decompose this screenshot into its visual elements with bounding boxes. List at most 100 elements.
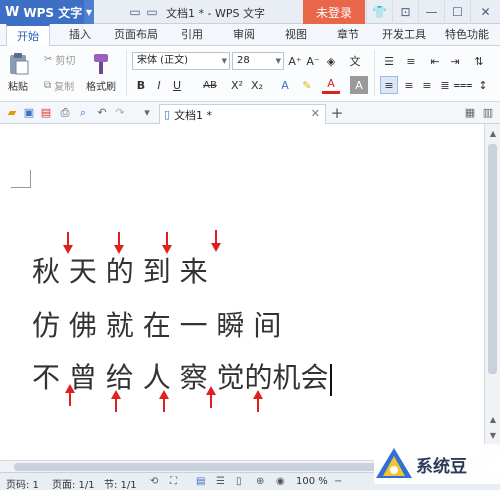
tab-page-layout[interactable]: 页面布局 bbox=[108, 24, 164, 46]
scrollbar-thumb[interactable] bbox=[488, 144, 497, 374]
outdent-icon[interactable]: ⇤ bbox=[426, 52, 444, 70]
title-bar: W WPS 文字 ▼ ▭ ▭ 文档1 * - WPS 文字 未登录 👕 ⊡ — … bbox=[0, 0, 500, 24]
customize-icon[interactable]: ▾ bbox=[140, 106, 154, 120]
font-name-select[interactable]: 宋体 (正文) ▼ bbox=[132, 52, 230, 70]
tab-developer[interactable]: 开发工具 bbox=[376, 24, 432, 46]
web-view-icon[interactable]: ⊕ bbox=[256, 476, 264, 487]
redo-icon[interactable]: ↷ bbox=[113, 106, 127, 120]
subscript-button[interactable]: X₂ bbox=[248, 76, 266, 94]
focus-mode-icon[interactable]: ⛶ bbox=[170, 476, 177, 487]
paste-label: 粘贴 bbox=[8, 82, 28, 93]
close-button[interactable]: ✕ bbox=[470, 0, 500, 24]
vertical-scrollbar[interactable]: ▲ ▲ ▼ bbox=[484, 124, 500, 460]
format-painter-label: 格式刷 bbox=[86, 82, 116, 93]
margin-corner-mark bbox=[11, 170, 31, 188]
undo-icon[interactable]: ↶ bbox=[95, 106, 109, 120]
print-preview-icon[interactable]: ⌕ bbox=[76, 106, 90, 120]
scrollbar-thumb[interactable] bbox=[14, 463, 414, 471]
font-size-select[interactable]: 28 ▼ bbox=[232, 52, 284, 70]
text-effect-icon[interactable]: A bbox=[276, 76, 294, 94]
pinyin-icon[interactable]: 文 bbox=[344, 52, 366, 70]
scroll-up-icon[interactable]: ▲ bbox=[487, 128, 499, 140]
tab-chapter[interactable]: 章节 bbox=[326, 24, 370, 46]
text-line-3-content: 不 曾 给 人 察 觉的机会 bbox=[32, 361, 329, 394]
pdf-icon[interactable]: ▤ bbox=[39, 106, 53, 120]
format-painter-button[interactable]: 格式刷 bbox=[86, 52, 116, 93]
superscript-button[interactable]: X² bbox=[228, 76, 246, 94]
page-count: 页面: 1/1 bbox=[52, 480, 95, 491]
highlight-icon[interactable]: ✎ bbox=[298, 76, 316, 94]
tab-review[interactable]: 审阅 bbox=[222, 24, 266, 46]
maximize-button[interactable]: ☐ bbox=[444, 0, 470, 24]
copy-button[interactable]: ⧉ 复制 bbox=[44, 78, 74, 93]
skin-icon[interactable]: 👕 bbox=[366, 0, 392, 24]
page-view-icon[interactable]: ▤ bbox=[196, 476, 205, 487]
wps-logo-icon: W bbox=[5, 4, 20, 20]
page-number: 页码: 1 bbox=[6, 480, 39, 491]
tab-menu-icon[interactable]: ▥ bbox=[481, 106, 495, 120]
scroll-down-icon[interactable]: ▼ bbox=[487, 430, 499, 442]
align-center-icon[interactable]: ≡ bbox=[400, 76, 418, 94]
sort-icon[interactable]: ⇅ bbox=[470, 52, 488, 70]
print-icon[interactable]: ⎙ bbox=[58, 106, 72, 120]
font-color-button[interactable]: A bbox=[322, 76, 340, 94]
italic-button[interactable]: I bbox=[150, 76, 168, 94]
tab-menu-icon[interactable]: ▦ bbox=[463, 106, 477, 120]
arrow-down-icon bbox=[211, 230, 221, 252]
strikethrough-button[interactable]: AB bbox=[198, 76, 222, 94]
fullscreen-icon[interactable]: ⊡ bbox=[392, 0, 418, 24]
paste-button[interactable]: 粘贴 bbox=[6, 52, 30, 93]
align-left-icon[interactable]: ≡ bbox=[380, 76, 398, 94]
char-shading-button[interactable]: A bbox=[350, 76, 368, 94]
reading-view-icon[interactable]: ▯ bbox=[236, 476, 242, 487]
site-watermark: 系统豆 bbox=[374, 444, 500, 484]
grow-font-icon[interactable]: A⁺ bbox=[286, 52, 304, 70]
close-tab-icon[interactable]: ✕ bbox=[311, 107, 320, 120]
tab-view[interactable]: 视图 bbox=[274, 24, 318, 46]
font-name-value: 宋体 (正文) bbox=[137, 55, 188, 66]
chevron-down-icon: ▼ bbox=[221, 57, 227, 65]
arrow-up-icon bbox=[253, 390, 263, 412]
minimize-button[interactable]: — bbox=[418, 0, 444, 24]
outline-view-icon[interactable]: ☰ bbox=[216, 476, 225, 487]
login-button[interactable]: 未登录 bbox=[303, 0, 365, 24]
line-spacing-icon[interactable]: ↕ bbox=[474, 76, 492, 94]
justify-icon[interactable]: ≣ bbox=[436, 76, 454, 94]
document-tab[interactable]: ▯ 文档1 * ✕ bbox=[159, 104, 326, 124]
tab-insert[interactable]: 插入 bbox=[58, 24, 102, 46]
zoom-out-icon[interactable]: − bbox=[334, 476, 342, 487]
chevron-down-icon[interactable]: ▼ bbox=[84, 0, 94, 24]
spell-check-icon[interactable]: ⟲ bbox=[150, 476, 158, 487]
new-tab-icon[interactable]: + bbox=[330, 106, 344, 121]
divider bbox=[374, 50, 375, 96]
text-line-2[interactable]: 仿 佛 就 在 一 瞬 间 bbox=[32, 304, 281, 344]
document-tab-label: 文档1 * bbox=[174, 108, 213, 122]
tab-home[interactable]: 开始 bbox=[6, 24, 50, 46]
text-line-1[interactable]: 秋 天 的 到 来 bbox=[32, 250, 208, 290]
arrow-up-icon bbox=[159, 390, 169, 412]
numbering-icon[interactable]: ≡ bbox=[402, 52, 420, 70]
scroll-up-icon[interactable]: ▲ bbox=[487, 414, 499, 426]
open-folder-icon[interactable]: ▰ bbox=[5, 106, 19, 120]
arrow-up-icon bbox=[111, 390, 121, 412]
arrow-up-icon bbox=[206, 386, 216, 408]
save-icon[interactable]: ▣ bbox=[22, 106, 36, 120]
document-canvas[interactable]: 秋 天 的 到 来 仿 佛 就 在 一 瞬 间 不 曾 给 人 察 觉的机会 bbox=[0, 124, 484, 460]
eye-protection-icon[interactable]: ◉ bbox=[276, 476, 285, 487]
watermark-logo-icon bbox=[376, 448, 412, 478]
distribute-icon[interactable]: ⩶ bbox=[454, 76, 473, 94]
shrink-font-icon[interactable]: A⁻ bbox=[304, 52, 322, 70]
tab-references[interactable]: 引用 bbox=[170, 24, 214, 46]
scissors-icon: ✂ bbox=[44, 54, 53, 65]
bold-button[interactable]: B bbox=[132, 76, 150, 94]
bullets-icon[interactable]: ☰ bbox=[380, 52, 398, 70]
tab-special[interactable]: 特色功能 bbox=[438, 24, 496, 46]
wps-menu-button[interactable]: W WPS 文字 ▼ bbox=[0, 0, 94, 24]
clear-format-icon[interactable]: ◈ bbox=[322, 52, 340, 70]
align-right-icon[interactable]: ≡ bbox=[418, 76, 436, 94]
cut-button[interactable]: ✂ 剪切 bbox=[44, 52, 75, 67]
text-line-3[interactable]: 不 曾 给 人 察 觉的机会 bbox=[32, 356, 332, 396]
zoom-level[interactable]: 100 % bbox=[296, 476, 328, 487]
underline-button[interactable]: U bbox=[168, 76, 186, 94]
indent-icon[interactable]: ⇥ bbox=[446, 52, 464, 70]
